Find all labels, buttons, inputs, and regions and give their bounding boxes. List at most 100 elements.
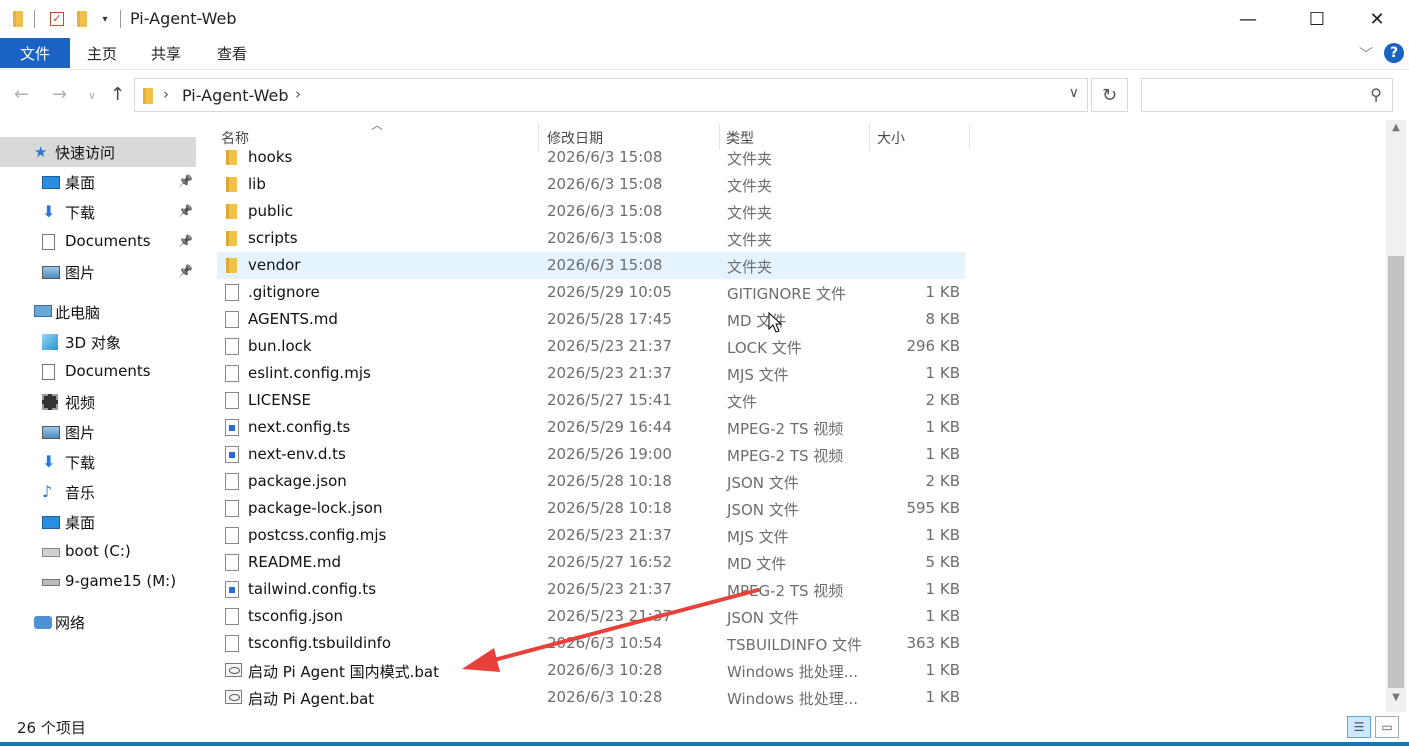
chevron-right-icon[interactable]: › (295, 85, 301, 103)
expand-ribbon-chevron-icon[interactable]: ﹀ (1359, 44, 1373, 64)
documents-icon (42, 364, 55, 380)
sidebar-item[interactable]: ⬇ 下载 📌 (0, 197, 196, 227)
close-button[interactable]: ✕ (1354, 0, 1400, 38)
sidebar-item[interactable]: 桌面 (0, 507, 196, 537)
file-type: GITIGNORE 文件 (727, 285, 846, 303)
file-date: 2026/5/23 21:37 (547, 364, 672, 382)
address-history-chevron-down-icon[interactable]: ∨ (1069, 85, 1079, 101)
sidebar-item[interactable]: 桌面 📌 (0, 167, 196, 197)
customize-toolbar-dropdown[interactable]: ▾ (98, 9, 112, 29)
file-row[interactable]: tailwind.config.ts 2026/5/23 21:37 MPEG-2 … (217, 576, 965, 603)
sidebar-item[interactable]: Documents 📌 (0, 227, 196, 257)
file-icon (225, 365, 239, 382)
up-arrow-icon[interactable]: ↑ (110, 84, 125, 105)
tab-view[interactable]: 查看 (208, 38, 256, 68)
sidebar-item[interactable]: ★ 快速访问 (0, 137, 196, 167)
taskbar-accent (0, 742, 1409, 746)
sidebar-item-label: 音乐 (65, 484, 96, 502)
tab-share[interactable]: 共享 (142, 38, 190, 68)
file-row[interactable]: LICENSE 2026/5/27 15:41 文件 2 KB (217, 387, 965, 414)
file-row[interactable]: AGENTS.md 2026/5/28 17:45 MD 文件 8 KB (217, 306, 965, 333)
file-size: 363 KB (906, 634, 960, 652)
file-date: 2026/6/3 15:08 (547, 229, 663, 247)
file-row[interactable]: .gitignore 2026/5/29 10:05 GITIGNORE 文件 1 K… (217, 279, 965, 306)
file-row[interactable]: package-lock.json 2026/5/28 10:18 JSON 文件 5… (217, 495, 965, 522)
file-row[interactable]: 启动 Pi Agent 国内模式.bat 2026/6/3 10:28 Window… (217, 657, 965, 684)
address-bar[interactable]: › Pi-Agent-Web › ∨ (134, 78, 1088, 112)
download-icon: ⬇ (42, 202, 56, 221)
file-size: 1 KB (925, 283, 960, 301)
file-date: 2026/5/23 21:37 (547, 580, 672, 598)
file-row[interactable]: public 2026/6/3 15:08 文件夹 (217, 198, 965, 225)
back-arrow-icon[interactable]: ← (14, 84, 29, 105)
file-row[interactable]: next-env.d.ts 2026/5/26 19:00 MPEG-2 TS 视频… (217, 441, 965, 468)
vertical-scrollbar[interactable]: ▲ ▼ (1386, 120, 1406, 712)
file-type: 文件夹 (727, 258, 773, 276)
details-view-button[interactable]: ☰ (1347, 716, 1371, 738)
file-date: 2026/6/3 15:08 (547, 148, 663, 166)
scrollbar-thumb[interactable] (1388, 256, 1404, 688)
file-date: 2026/5/28 10:18 (547, 499, 672, 517)
file-name: next-env.d.ts (248, 445, 346, 463)
file-row[interactable]: next.config.ts 2026/5/29 16:44 MPEG-2 TS 视… (217, 414, 965, 441)
file-type: MPEG-2 TS 视频 (727, 420, 844, 438)
file-row[interactable]: scripts 2026/6/3 15:08 文件夹 (217, 225, 965, 252)
file-icon (225, 473, 239, 490)
scroll-down-arrow-icon[interactable]: ▼ (1386, 692, 1406, 710)
sidebar-item[interactable]: 图片 📌 (0, 257, 196, 287)
chevron-right-icon[interactable]: › (163, 85, 169, 103)
file-type: JSON 文件 (727, 474, 799, 492)
file-row[interactable]: eslint.config.mjs 2026/5/23 21:37 MJS 文件 1 … (217, 360, 965, 387)
file-row[interactable]: postcss.config.mjs 2026/5/23 21:37 MJS 文件 1… (217, 522, 965, 549)
file-icon (225, 392, 239, 409)
file-icon (225, 284, 239, 301)
file-row[interactable]: 启动 Pi Agent.bat 2026/6/3 10:28 Windows 批处理… (217, 684, 965, 711)
batch-file-icon (225, 690, 242, 704)
desktop-icon (42, 176, 60, 189)
tab-file[interactable]: 文件 (0, 38, 70, 68)
refresh-button[interactable]: ↻ (1091, 78, 1128, 112)
scroll-up-arrow-icon[interactable]: ▲ (1386, 122, 1406, 140)
sidebar-item[interactable]: ♪ 音乐 (0, 477, 196, 507)
help-icon[interactable]: ? (1384, 43, 1404, 63)
sidebar-item[interactable]: 视频 (0, 387, 196, 417)
file-row[interactable]: tsconfig.tsbuildinfo 2026/6/3 10:54 TSBUIL… (217, 630, 965, 657)
file-row[interactable]: hooks 2026/6/3 15:08 文件夹 (217, 144, 965, 171)
address-path[interactable]: Pi-Agent-Web (182, 86, 289, 105)
file-name: package.json (248, 472, 347, 490)
file-name: lib (248, 175, 266, 193)
title-bar: ✓ ▾ Pi-Agent-Web — ☐ ✕ (0, 0, 1409, 38)
divider (120, 10, 121, 28)
search-input[interactable]: ⚲ (1141, 78, 1393, 112)
file-row[interactable]: README.md 2026/5/27 16:52 MD 文件 5 KB (217, 549, 965, 576)
file-row[interactable]: tsconfig.json 2026/5/23 21:37 JSON 文件 1 KB (217, 603, 965, 630)
sidebar-item[interactable]: Documents (0, 357, 196, 387)
file-row[interactable]: package.json 2026/5/28 10:18 JSON 文件 2 KB (217, 468, 965, 495)
tab-home[interactable]: 主页 (78, 38, 126, 68)
sidebar-item[interactable]: 此电脑 (0, 297, 196, 327)
sidebar-item[interactable]: boot (C:) (0, 537, 196, 567)
maximize-button[interactable]: ☐ (1294, 0, 1340, 38)
column-divider[interactable] (969, 124, 970, 150)
file-type: MPEG-2 TS 视频 (727, 582, 844, 600)
recent-locations-chevron-icon[interactable]: ∨ (88, 89, 96, 102)
search-icon: ⚲ (1370, 85, 1382, 104)
new-folder-quick-access-button[interactable] (74, 9, 90, 29)
properties-quick-access-button[interactable]: ✓ (48, 9, 66, 29)
sidebar-item[interactable]: 图片 (0, 417, 196, 447)
minimize-button[interactable]: — (1225, 0, 1271, 38)
file-date: 2026/5/27 15:41 (547, 391, 672, 409)
file-row[interactable]: vendor 2026/6/3 15:08 文件夹 (217, 252, 965, 279)
file-type: 文件夹 (727, 177, 773, 195)
file-date: 2026/5/28 17:45 (547, 310, 672, 328)
sidebar-item[interactable]: ⬇ 下载 (0, 447, 196, 477)
sidebar-item[interactable]: 网络 (0, 607, 196, 637)
file-row[interactable]: bun.lock 2026/5/23 21:37 LOCK 文件 296 KB (217, 333, 965, 360)
sidebar-item[interactable]: 9-game15 (M:) (0, 567, 196, 597)
sidebar-item[interactable]: 3D 对象 (0, 327, 196, 357)
file-row[interactable]: lib 2026/6/3 15:08 文件夹 (217, 171, 965, 198)
large-icons-view-button[interactable]: ▭ (1375, 716, 1399, 738)
file-size: 2 KB (925, 391, 960, 409)
forward-arrow-icon[interactable]: → (52, 84, 67, 105)
sidebar-item-label: 图片 (65, 264, 96, 282)
